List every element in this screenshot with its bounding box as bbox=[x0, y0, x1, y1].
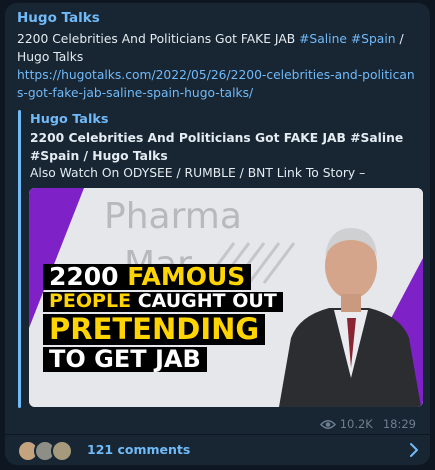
headline-line-3: PRETENDING bbox=[43, 314, 266, 345]
chevron-right-icon[interactable] bbox=[406, 441, 422, 459]
post-title-text: 2200 Celebrities And Politicians Got FAK… bbox=[17, 32, 300, 46]
post-text: 2200 Celebrities And Politicians Got FAK… bbox=[17, 30, 419, 102]
message-time: 18:29 bbox=[382, 417, 416, 431]
comments-count[interactable]: 121 comments bbox=[87, 442, 190, 457]
preview-title: 2200 Celebrities And Politicians Got FAK… bbox=[30, 131, 404, 163]
message-bubble: Hugo Talks 2200 Celebrities And Politici… bbox=[5, 3, 430, 465]
preview-site-name: Hugo Talks bbox=[30, 112, 109, 127]
hashtag-spain[interactable]: #Spain bbox=[351, 32, 396, 46]
comments-button[interactable]: 121 comments bbox=[5, 435, 430, 465]
channel-name[interactable]: Hugo Talks bbox=[17, 10, 100, 26]
article-link[interactable]: https://hugotalks.com/2022/05/26/2200-ce… bbox=[17, 68, 415, 100]
thumbnail-headline: 2200 FAMOUS PEOPLE CAUGHT OUT PRETENDING… bbox=[43, 263, 283, 374]
link-preview[interactable]: Hugo Talks 2200 Celebrities And Politici… bbox=[18, 110, 424, 413]
preview-description: Also Watch On ODYSEE / RUMBLE / BNT Link… bbox=[30, 166, 366, 180]
headline-line-2: PEOPLE CAUGHT OUT bbox=[43, 291, 283, 313]
hashtag-saline[interactable]: #Saline bbox=[299, 32, 347, 46]
logo-text-pharma: Pharma bbox=[104, 196, 242, 237]
eye-icon bbox=[319, 419, 336, 429]
message-meta: 10.2K 18:29 bbox=[319, 417, 416, 431]
view-count: 10.2K bbox=[339, 417, 373, 431]
headline-line-1: 2200 FAMOUS bbox=[43, 263, 252, 291]
headline-line-4: TO GET JAB bbox=[43, 346, 207, 372]
preview-image[interactable]: Pharma Mar 22 bbox=[29, 188, 423, 407]
preview-accent-bar bbox=[18, 110, 21, 408]
avatar bbox=[51, 440, 73, 462]
